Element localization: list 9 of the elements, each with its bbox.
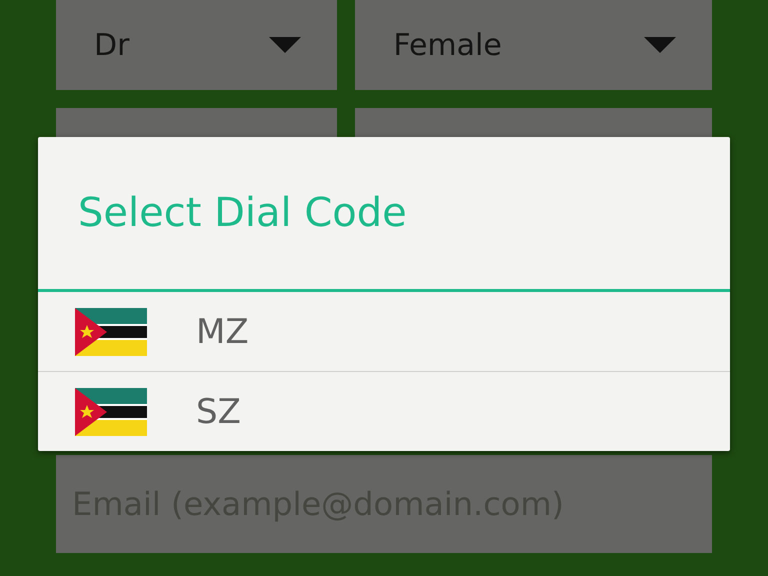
flag-icon [75, 308, 147, 356]
dialog-title: Select Dial Code [38, 137, 730, 292]
list-item[interactable]: SZ [38, 371, 730, 451]
dropdown[interactable]: Female [355, 0, 712, 90]
flag-icon [75, 388, 147, 436]
dropdown[interactable]: Dr [56, 0, 338, 90]
caret-icon [269, 37, 302, 53]
caret-icon [644, 37, 676, 53]
list-item[interactable]: MZ [38, 292, 730, 371]
